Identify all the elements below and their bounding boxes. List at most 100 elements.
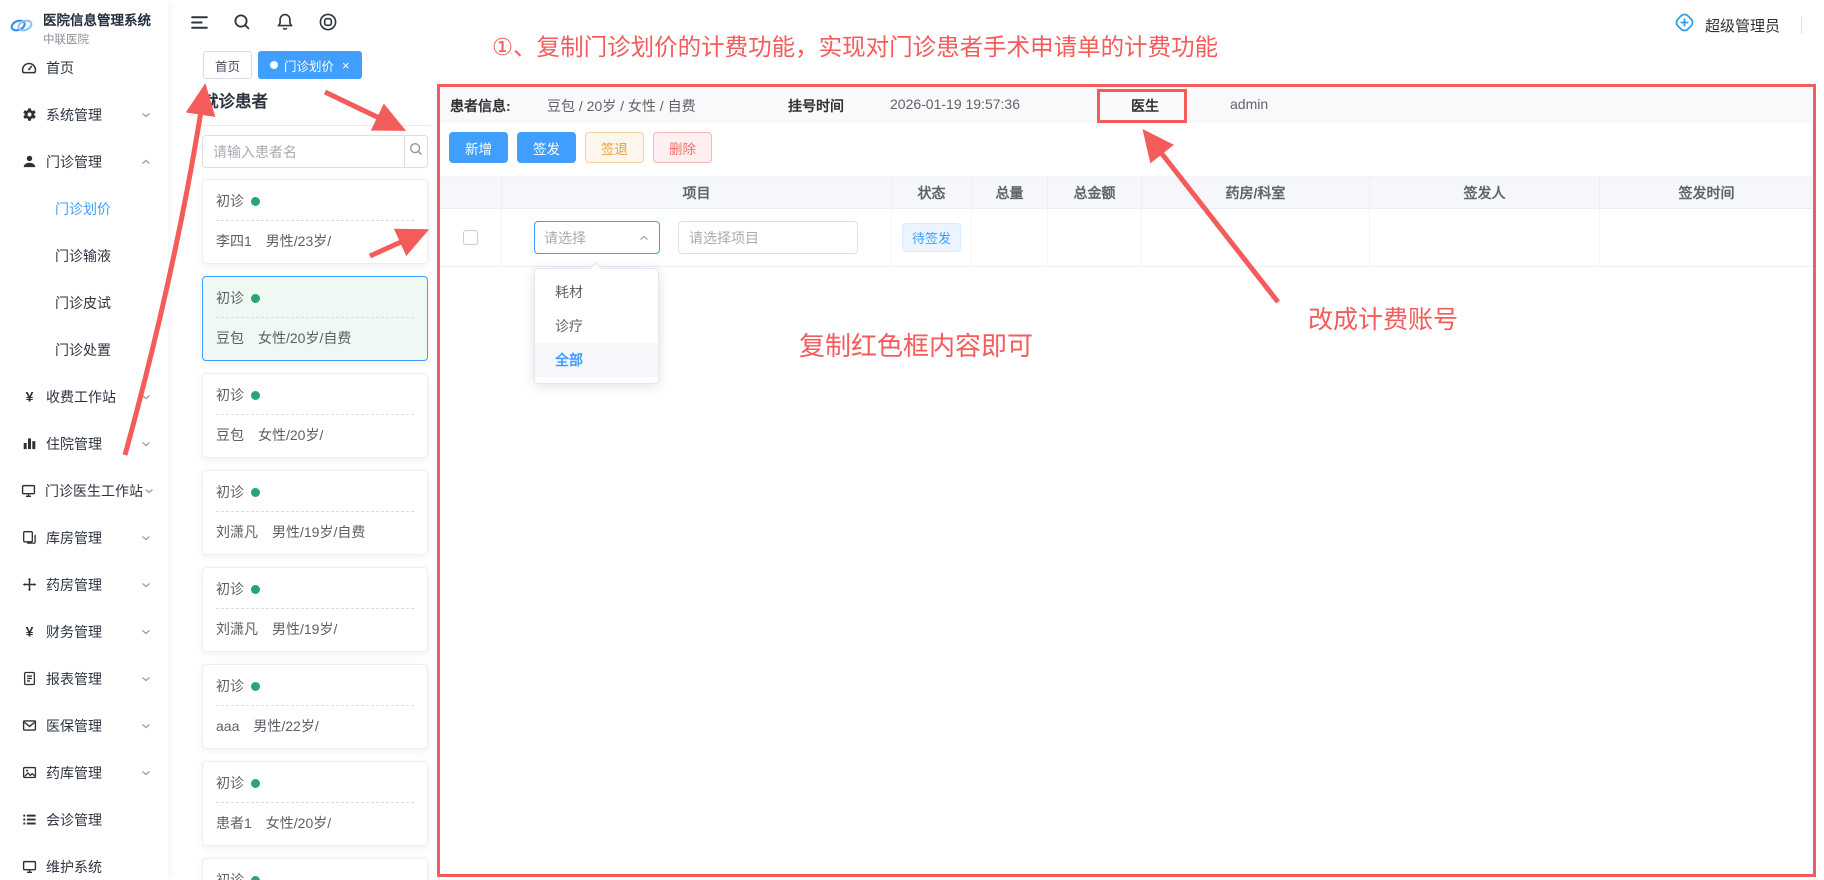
sidebar-item[interactable]: 药房管理 <box>0 561 168 608</box>
sidebar-subitem[interactable]: 门诊皮试 <box>0 279 168 326</box>
patient-card[interactable]: 初诊豆包女性/20岁/自费 <box>202 276 428 361</box>
sidebar-item[interactable]: ¥财务管理 <box>0 608 168 655</box>
patient-info: 女性/20岁/ <box>258 427 323 443</box>
divider <box>216 608 414 609</box>
sidebar-item[interactable]: 门诊医生工作站 <box>0 467 168 514</box>
sidebar-item[interactable]: 药库管理 <box>0 749 168 796</box>
divider <box>216 511 414 512</box>
visit-type-row: 初诊 <box>216 482 414 502</box>
user-area[interactable]: 超级管理员 <box>1673 11 1802 39</box>
patient-summary: 豆包女性/20岁/ <box>216 425 414 445</box>
image-icon <box>21 765 37 781</box>
sidebar-item[interactable]: 维护系统 <box>0 843 168 880</box>
sidebar-item[interactable]: 系统管理 <box>0 91 168 138</box>
column-header: 项目 <box>502 176 892 209</box>
sidebar-item[interactable]: 库房管理 <box>0 514 168 561</box>
patient-name: 刘潇凡 <box>216 621 258 637</box>
file-icon <box>21 671 37 687</box>
billing-content: 患者信息: 豆包 / 20岁 / 女性 / 自费 挂号时间 2026-01-19… <box>440 87 1813 874</box>
sidebar-item[interactable]: 会诊管理 <box>0 796 168 843</box>
sidebar-menu: 首页系统管理门诊管理门诊划价门诊输液门诊皮试门诊处置¥收费工作站住院管理门诊医生… <box>0 44 168 880</box>
close-icon[interactable]: × <box>342 58 350 73</box>
gear-icon <box>21 107 37 123</box>
table-header-row: 项目状态总量总金额药房/科室签发人签发时间 <box>440 176 1813 209</box>
search-icon[interactable] <box>231 11 253 33</box>
chevron-up-icon <box>140 156 152 168</box>
patient-card[interactable]: 初诊刘潇凡男性/19岁/自费 <box>202 470 428 555</box>
toolbar-button[interactable]: 签退 <box>585 132 644 163</box>
patient-card[interactable]: 初诊刘潇凡男性/19岁/ <box>202 567 428 652</box>
sidebar-subitem[interactable]: 门诊划价 <box>0 185 168 232</box>
patient-info: 男性/19岁/ <box>272 621 337 637</box>
status-dot-icon <box>251 391 260 400</box>
divider <box>195 125 431 126</box>
dropdown-option[interactable]: 耗材 <box>535 275 658 309</box>
sidebar-item-label: 系统管理 <box>46 105 102 125</box>
column-header: 签发人 <box>1370 176 1600 209</box>
tab-active[interactable]: 门诊划价 × <box>258 51 362 79</box>
sidebar-item-label: 维护系统 <box>46 857 102 877</box>
theme-icon[interactable] <box>317 11 339 33</box>
patient-name: 刘潇凡 <box>216 524 258 540</box>
patient-search-button[interactable] <box>404 135 428 168</box>
visit-type-badge: 初诊 <box>216 773 244 793</box>
item-name-input[interactable] <box>678 221 858 254</box>
patient-info-bar: 患者信息: 豆包 / 20岁 / 女性 / 自费 挂号时间 2026-01-19… <box>440 87 1813 123</box>
fold-icon[interactable] <box>188 11 210 33</box>
sidebar-item[interactable]: 住院管理 <box>0 420 168 467</box>
annotation-note-top: ①、复制门诊划价的计费功能，实现对门诊患者手术申请单的计费功能 <box>492 28 1218 62</box>
row-checkbox[interactable] <box>463 230 478 245</box>
chevron-down-icon <box>140 626 152 638</box>
visit-type-badge: 初诊 <box>216 191 244 211</box>
issuer-cell <box>1370 209 1600 267</box>
table-row: 请选择 待签发 <box>440 209 1813 267</box>
visit-type-badge: 初诊 <box>216 385 244 405</box>
pharmacy-dept-cell <box>1142 209 1370 267</box>
sidebar-item-label: 会诊管理 <box>46 810 102 830</box>
visit-type-row: 初诊 <box>216 676 414 696</box>
tab-label: 门诊划价 <box>284 56 334 75</box>
sidebar-item[interactable]: 首页 <box>0 44 168 91</box>
item-type-select[interactable]: 请选择 <box>534 221 660 254</box>
sidebar-item[interactable]: 医保管理 <box>0 702 168 749</box>
dropdown-option[interactable]: 诊疗 <box>535 309 658 343</box>
sidebar-item-label: 报表管理 <box>46 669 102 689</box>
patient-card[interactable]: 初诊 <box>202 858 428 880</box>
mail-icon <box>21 718 37 734</box>
patient-summary: 刘潇凡男性/19岁/ <box>216 619 414 639</box>
divider <box>216 705 414 706</box>
svg-text:¥: ¥ <box>25 624 33 639</box>
sidebar-subitem[interactable]: 门诊处置 <box>0 326 168 373</box>
patient-card[interactable]: 初诊aaa男性/22岁/ <box>202 664 428 749</box>
sidebar-subitem[interactable]: 门诊输液 <box>0 232 168 279</box>
item-cell: 请选择 <box>502 209 892 267</box>
bell-icon[interactable] <box>274 11 296 33</box>
toolbar-button[interactable]: 删除 <box>653 132 712 163</box>
total-qty-cell <box>972 209 1048 267</box>
patient-card[interactable]: 初诊患者1女性/20岁/ <box>202 761 428 846</box>
sidebar-item[interactable]: ¥收费工作站 <box>0 373 168 420</box>
yen-icon: ¥ <box>21 389 37 405</box>
barchart-icon <box>21 436 37 452</box>
patient-card[interactable]: 初诊李四1男性/23岁/ <box>202 179 428 264</box>
column-header: 总金额 <box>1048 176 1142 209</box>
toolbar-button[interactable]: 新增 <box>449 132 508 163</box>
patient-card[interactable]: 初诊豆包女性/20岁/ <box>202 373 428 458</box>
issue-time-cell <box>1600 209 1813 267</box>
sidebar-item[interactable]: 门诊管理 <box>0 138 168 185</box>
action-toolbar: 新增签发签退删除 <box>449 132 712 163</box>
patient-name: aaa <box>216 718 239 734</box>
toolbar-button[interactable]: 签发 <box>517 132 576 163</box>
dropdown-option[interactable]: 全部 <box>535 343 658 377</box>
total-amount-cell <box>1048 209 1142 267</box>
visit-type-badge: 初诊 <box>216 482 244 502</box>
hospital-logo-icon <box>8 12 35 44</box>
patient-summary: 刘潇凡男性/19岁/自费 <box>216 522 414 542</box>
patient-info: 女性/20岁/ <box>266 815 331 831</box>
sidebar-item[interactable]: 报表管理 <box>0 655 168 702</box>
patient-search <box>202 135 428 168</box>
patient-search-input[interactable] <box>202 135 404 168</box>
tab-item[interactable]: 首页 <box>203 51 252 79</box>
visit-type-badge: 初诊 <box>216 870 244 880</box>
status-dot-icon <box>251 197 260 206</box>
